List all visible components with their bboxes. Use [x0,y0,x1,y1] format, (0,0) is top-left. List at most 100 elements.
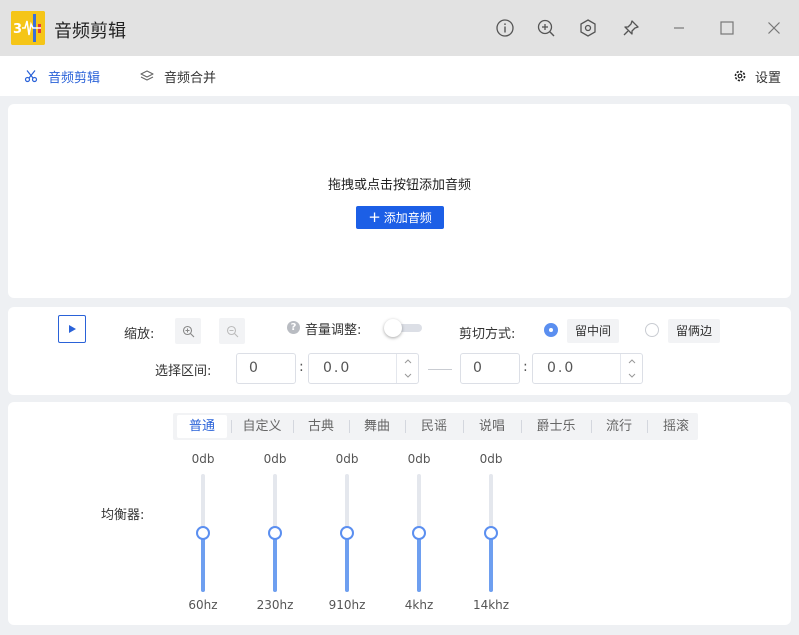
zoom-in-button[interactable] [532,14,560,42]
preset-separator [230,420,232,433]
preset-separator [646,420,648,433]
preset-tab-0[interactable]: 普通 [177,415,227,438]
band-frequency-2: 910hz [328,598,366,612]
band-slider-fill [201,533,205,592]
band-value-2: 0db [335,452,359,466]
end-fraction-input[interactable]: 0.0 [532,353,643,384]
preset-separator [348,420,350,433]
band-slider-thumb[interactable] [412,526,426,540]
preset-tab-7[interactable]: 流行 [595,415,643,438]
preset-tab-6[interactable]: 爵士乐 [525,415,587,438]
info-button[interactable] [491,14,519,42]
close-button[interactable] [760,14,788,42]
preset-tab-2[interactable]: 古典 [297,415,345,438]
start-seconds-input[interactable]: 0 [236,353,296,384]
cut-mode-keep-middle-radio[interactable] [544,323,558,337]
add-audio-label: 添加音频 [383,211,432,225]
band-slider-thumb[interactable] [484,526,498,540]
app-logo-text: 3 [13,22,22,37]
gear-icon [733,69,747,83]
band-slider-0[interactable] [196,474,210,592]
band-slider-thumb[interactable] [196,526,210,540]
preset-separator [590,420,592,433]
end-fraction-value: 0.0 [547,360,576,376]
start-increment-button[interactable] [397,354,418,368]
equalizer-label: 均衡器: [101,508,145,523]
pin-button[interactable] [617,14,645,42]
settings-link[interactable]: 设置 [733,56,781,96]
cut-mode-keep-sides-radio[interactable] [645,323,659,337]
band-slider-thumb[interactable] [268,526,282,540]
minimize-icon [674,27,684,29]
band-slider-fill [489,533,493,592]
band-slider-3[interactable] [412,474,426,592]
band-frequency-0: 60hz [188,598,218,612]
cut-mode-keep-sides-label[interactable]: 留俩边 [668,319,721,343]
start-spinner [396,354,418,383]
zoom-in-icon [537,19,555,37]
band-slider-1[interactable] [268,474,282,592]
volume-toggle[interactable] [384,319,422,337]
end-seconds-input[interactable]: 0 [460,353,520,384]
chevron-down-icon [628,373,635,378]
scissors-icon [24,69,38,83]
band-value-4: 0db [479,452,503,466]
tab-audio-merge-label: 音频合并 [164,70,217,86]
equalizer-panel: 普通 自定义 古典 舞曲 民谣 说唱 爵士乐 流行 摇滚 均衡器: 0db 60hz 0db 230h… [8,402,791,625]
end-increment-button[interactable] [621,354,642,368]
band-slider-thumb[interactable] [340,526,354,540]
zoom-out-wave-button[interactable] [219,318,245,344]
band-value-1: 0db [263,452,287,466]
play-icon [69,325,76,333]
range-label: 选择区间: [155,364,212,379]
add-audio-button[interactable]: + 添加音频 [356,206,444,229]
band-value-3: 0db [407,452,431,466]
range-separator [428,369,452,370]
maximize-button[interactable] [713,14,741,42]
end-colon: : [523,359,528,375]
chevron-up-icon [628,358,635,363]
volume-label: 音量调整: [305,323,362,338]
zoom-out-icon [226,325,238,337]
preset-separator [292,420,294,433]
settings-button[interactable] [574,14,602,42]
preset-tab-3[interactable]: 舞曲 [353,415,401,438]
start-fraction-value: 0.0 [323,360,352,376]
end-decrement-button[interactable] [621,368,642,382]
help-icon[interactable]: ? [287,321,300,334]
preset-tab-8[interactable]: 摇滚 [651,415,701,438]
layers-icon [140,69,154,83]
maximize-icon [720,21,734,35]
preset-separator [462,420,464,433]
tab-audio-cut[interactable]: 音频剪辑 [24,56,100,96]
pin-icon [623,20,639,36]
chevron-down-icon [404,373,411,378]
band-slider-fill [273,533,277,592]
band-frequency-4: 14khz [472,598,510,612]
minimize-button[interactable] [665,14,693,42]
zoom-in-wave-button[interactable] [175,318,201,344]
nav-bar: 音频剪辑 音频合并 设置 [0,56,799,96]
start-decrement-button[interactable] [397,368,418,382]
cut-mode-keep-middle-label[interactable]: 留中间 [567,319,620,343]
preset-tab-1[interactable]: 自定义 [235,415,289,438]
audio-drop-zone[interactable]: 拖拽或点击按钮添加音频 + 添加音频 [8,104,791,298]
chevron-up-icon [404,358,411,363]
close-icon [768,22,780,34]
preset-tab-5[interactable]: 说唱 [467,415,517,438]
start-colon: : [299,359,304,375]
plus-icon: + [368,208,381,226]
band-slider-4[interactable] [484,474,498,592]
title-bar: 3 音频剪辑 [0,0,799,56]
preset-separator [404,420,406,433]
band-slider-2[interactable] [340,474,354,592]
hexagon-settings-icon [580,19,596,37]
tab-audio-merge[interactable]: 音频合并 [140,56,216,96]
preset-tab-4[interactable]: 民谣 [409,415,459,438]
play-button[interactable] [58,315,86,343]
cut-controls-panel: 缩放: ? 音量调整: 剪切方式: 留中间 留俩边 选择区间: 0 : 0.0 … [8,307,791,395]
start-fraction-input[interactable]: 0.0 [308,353,419,384]
app-logo: 3 [11,11,45,45]
volume-toggle-knob [384,319,402,337]
settings-label: 设置 [755,70,782,86]
